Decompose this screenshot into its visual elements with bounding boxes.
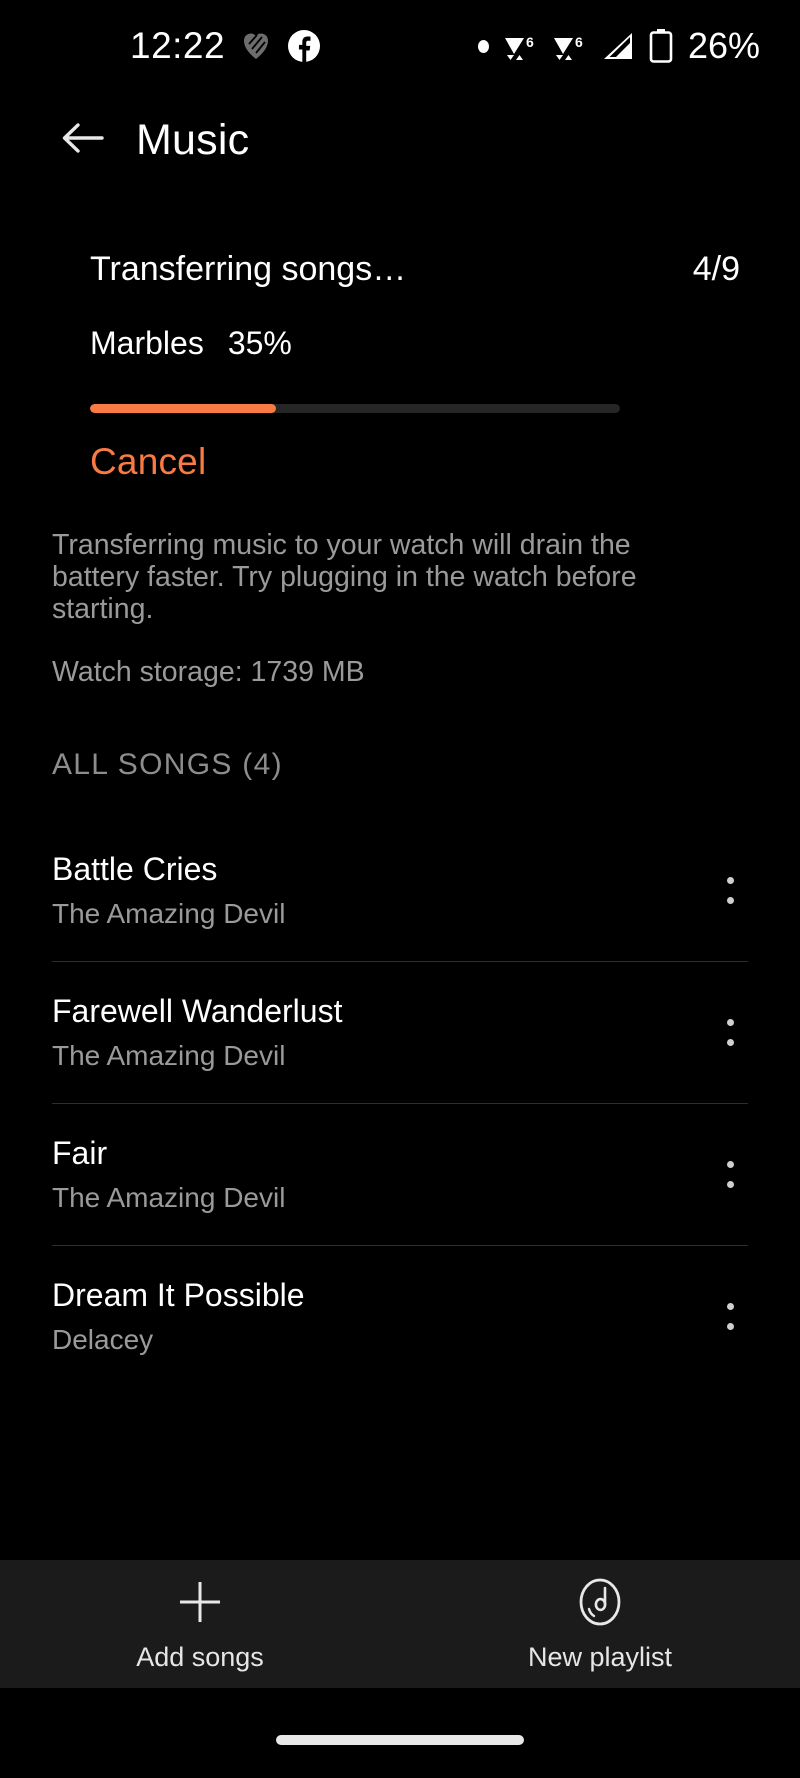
all-songs-header: ALL SONGS (4) xyxy=(52,748,283,781)
transfer-count-label: 4/9 xyxy=(692,250,740,288)
home-indicator[interactable] xyxy=(276,1735,524,1745)
facebook-icon xyxy=(287,29,321,63)
back-button[interactable] xyxy=(50,108,114,172)
song-row[interactable]: Fair The Amazing Devil xyxy=(0,1104,800,1245)
app-bar: Music xyxy=(0,100,800,180)
status-bar-right: 6 6 26% xyxy=(477,25,760,67)
status-bar-left: 12:22 xyxy=(130,25,321,67)
overflow-menu-icon[interactable] xyxy=(700,1287,760,1347)
song-title: Farewell Wanderlust xyxy=(52,993,343,1029)
svg-text:6: 6 xyxy=(575,34,583,50)
song-list: Battle Cries The Amazing Devil Farewell … xyxy=(0,820,800,1387)
song-info: Battle Cries The Amazing Devil xyxy=(52,851,700,930)
overflow-menu-icon[interactable] xyxy=(700,1145,760,1205)
transfer-track-name: Marbles xyxy=(90,325,204,361)
transfer-percent-label: 35% xyxy=(227,325,292,361)
overflow-menu-icon[interactable] xyxy=(700,861,760,921)
wifi-6-signal-icon: 6 xyxy=(502,30,538,62)
song-title: Dream It Possible xyxy=(52,1277,305,1313)
transfer-status-label: Transferring songs… xyxy=(90,250,407,288)
new-playlist-button[interactable]: New playlist xyxy=(400,1576,800,1673)
song-row[interactable]: Dream It Possible Delacey xyxy=(0,1246,800,1387)
song-title: Fair xyxy=(52,1135,108,1171)
watch-storage-label: Watch storage: 1739 MB xyxy=(52,655,365,688)
description-block: Transferring music to your watch will dr… xyxy=(52,529,652,689)
page-title: Music xyxy=(136,115,250,164)
song-artist: The Amazing Devil xyxy=(52,1182,286,1213)
plus-icon xyxy=(174,1576,226,1628)
arrow-left-icon xyxy=(58,114,106,167)
transfer-progress-bar xyxy=(90,404,620,413)
status-bar-clock: 12:22 xyxy=(130,25,226,66)
overflow-menu-icon[interactable] xyxy=(700,1003,760,1063)
bottom-action-bar: Add songs New playlist xyxy=(0,1560,800,1688)
vinyl-note-icon xyxy=(574,1576,626,1628)
phone-screen: 12:22 6 6 26% Music Transferring songs… … xyxy=(0,0,800,1778)
song-title: Battle Cries xyxy=(52,851,218,887)
transfer-panel: Transferring songs… 4/9 Marbles 35% Canc… xyxy=(0,250,800,483)
song-artist: The Amazing Devil xyxy=(52,1040,286,1071)
description-text: Transferring music to your watch will dr… xyxy=(52,529,637,625)
song-artist: The Amazing Devil xyxy=(52,898,286,929)
battery-percent-label: 26% xyxy=(687,25,760,66)
heart-stripes-icon xyxy=(243,32,269,60)
add-songs-button[interactable]: Add songs xyxy=(0,1576,400,1673)
battery-icon xyxy=(649,29,673,63)
song-info: Fair The Amazing Devil xyxy=(52,1135,700,1214)
transfer-track-row: Marbles 35% xyxy=(0,325,800,362)
transfer-status-row: Transferring songs… 4/9 xyxy=(0,250,800,289)
cancel-button[interactable]: Cancel xyxy=(90,441,206,483)
cellular-signal-icon xyxy=(600,30,636,62)
song-row[interactable]: Farewell Wanderlust The Amazing Devil xyxy=(0,962,800,1103)
song-info: Farewell Wanderlust The Amazing Devil xyxy=(52,993,700,1072)
svg-text:6: 6 xyxy=(526,34,534,50)
notification-dot-icon xyxy=(477,39,489,53)
song-artist: Delacey xyxy=(52,1324,154,1355)
transfer-progress-fill xyxy=(90,404,276,413)
new-playlist-label: New playlist xyxy=(527,1641,673,1672)
song-row[interactable]: Battle Cries The Amazing Devil xyxy=(0,820,800,961)
wifi-6-signal-icon: 6 xyxy=(551,30,587,62)
song-info: Dream It Possible Delacey xyxy=(52,1277,700,1356)
add-songs-label: Add songs xyxy=(136,1641,264,1672)
system-nav-bar xyxy=(0,1688,800,1778)
status-bar: 12:22 6 6 26% xyxy=(0,0,800,92)
